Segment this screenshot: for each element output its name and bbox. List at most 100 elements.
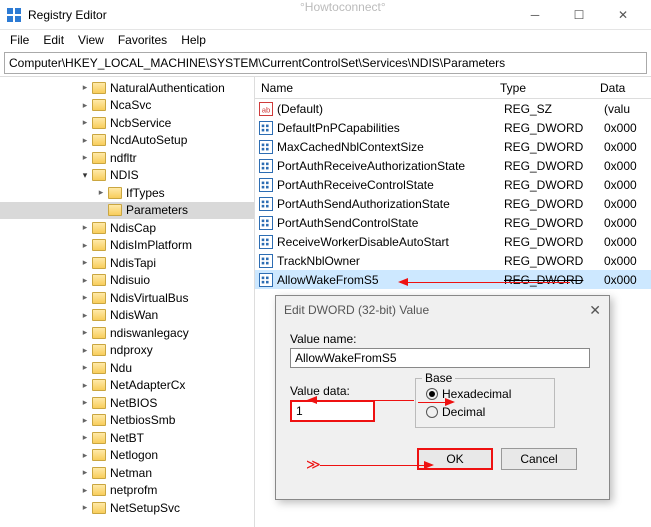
- table-row[interactable]: MaxCachedNblContextSizeREG_DWORD0x000: [255, 137, 651, 156]
- folder-icon: [92, 169, 106, 181]
- tree-item[interactable]: NdisVirtualBus: [0, 289, 254, 307]
- address-bar[interactable]: Computer\HKEY_LOCAL_MACHINE\SYSTEM\Curre…: [4, 52, 647, 74]
- tree-item[interactable]: NDIS: [0, 167, 254, 185]
- arrow-annotation: [418, 402, 453, 403]
- radio-hexadecimal[interactable]: Hexadecimal: [426, 385, 544, 403]
- tree-item[interactable]: Ndu: [0, 359, 254, 377]
- close-button[interactable]: ✕: [601, 0, 645, 30]
- tree-item[interactable]: NcaSvc: [0, 97, 254, 115]
- chevron-closed-icon[interactable]: [80, 275, 90, 286]
- table-row[interactable]: DefaultPnPCapabilitiesREG_DWORD0x000: [255, 118, 651, 137]
- value-name: DefaultPnPCapabilities: [277, 121, 504, 135]
- tree-item[interactable]: NetBIOS: [0, 394, 254, 412]
- menu-favorites[interactable]: Favorites: [118, 33, 167, 47]
- tree-item[interactable]: IfTypes: [0, 184, 254, 202]
- value-type: REG_DWORD: [504, 273, 604, 287]
- tree-item[interactable]: NdisTapi: [0, 254, 254, 272]
- value-name-field[interactable]: [290, 348, 590, 368]
- dialog-close-icon[interactable]: ✕: [589, 302, 601, 319]
- tree-item[interactable]: NetAdapterCx: [0, 377, 254, 395]
- chevron-closed-icon[interactable]: [80, 152, 90, 163]
- menu-file[interactable]: File: [10, 33, 29, 47]
- tree-item-label: NetBT: [110, 431, 144, 445]
- tree-item[interactable]: ndfltr: [0, 149, 254, 167]
- tree-pane[interactable]: NaturalAuthenticationNcaSvcNcbServiceNcd…: [0, 77, 255, 527]
- value-name: PortAuthSendControlState: [277, 216, 504, 230]
- folder-icon: [92, 309, 106, 321]
- tree-item[interactable]: NdisWan: [0, 307, 254, 325]
- chevron-closed-icon[interactable]: [80, 135, 90, 146]
- table-row[interactable]: PortAuthReceiveControlStateREG_DWORD0x00…: [255, 175, 651, 194]
- tree-item[interactable]: NetSetupSvc: [0, 499, 254, 517]
- chevron-closed-icon[interactable]: [80, 362, 90, 373]
- chevron-closed-icon[interactable]: [80, 502, 90, 513]
- value-data: 0x000: [604, 197, 651, 211]
- col-type-header[interactable]: Type: [500, 81, 600, 95]
- value-data: 0x000: [604, 121, 651, 135]
- tree-item[interactable]: NetbiosSmb: [0, 412, 254, 430]
- value-type: REG_DWORD: [504, 178, 604, 192]
- watermark-text: °Howtoconnect°: [300, 0, 386, 14]
- value-data-field[interactable]: [290, 400, 375, 422]
- chevron-closed-icon[interactable]: [80, 82, 90, 93]
- tree-item[interactable]: Ndisuio: [0, 272, 254, 290]
- table-row[interactable]: PortAuthSendAuthorizationStateREG_DWORD0…: [255, 194, 651, 213]
- chevron-closed-icon[interactable]: [80, 485, 90, 496]
- tree-item[interactable]: Parameters: [0, 202, 254, 220]
- table-row[interactable]: TrackNblOwnerREG_DWORD0x000: [255, 251, 651, 270]
- tree-item[interactable]: NaturalAuthentication: [0, 79, 254, 97]
- chevron-closed-icon[interactable]: [80, 415, 90, 426]
- tree-item[interactable]: NdisCap: [0, 219, 254, 237]
- folder-icon: [92, 432, 106, 444]
- chevron-closed-icon[interactable]: [80, 345, 90, 356]
- chevron-closed-icon[interactable]: [80, 432, 90, 443]
- tree-item[interactable]: Netman: [0, 464, 254, 482]
- value-type: REG_SZ: [504, 102, 604, 116]
- chevron-closed-icon[interactable]: [80, 327, 90, 338]
- chevron-closed-icon[interactable]: [80, 100, 90, 111]
- tree-item[interactable]: ndproxy: [0, 342, 254, 360]
- minimize-button[interactable]: ─: [513, 0, 557, 30]
- maximize-button[interactable]: ☐: [557, 0, 601, 30]
- chevron-closed-icon[interactable]: [80, 240, 90, 251]
- chevron-closed-icon[interactable]: [80, 222, 90, 233]
- dword-value-icon: [259, 197, 273, 211]
- cancel-button[interactable]: Cancel: [501, 448, 577, 470]
- tree-item[interactable]: NdisImPlatform: [0, 237, 254, 255]
- tree-item-label: NdisCap: [110, 221, 156, 235]
- menu-view[interactable]: View: [78, 33, 104, 47]
- chevron-closed-icon[interactable]: [80, 310, 90, 321]
- chevron-open-icon[interactable]: [80, 170, 90, 181]
- chevron-closed-icon[interactable]: [80, 450, 90, 461]
- tree-item[interactable]: NcdAutoSetup: [0, 132, 254, 150]
- menu-help[interactable]: Help: [181, 33, 206, 47]
- menu-edit[interactable]: Edit: [43, 33, 64, 47]
- tree-item[interactable]: ndiswanlegacy: [0, 324, 254, 342]
- folder-icon: [92, 327, 106, 339]
- chevron-closed-icon[interactable]: [80, 257, 90, 268]
- table-row[interactable]: AllowWakeFromS5REG_DWORD0x000: [255, 270, 651, 289]
- tree-item[interactable]: NetBT: [0, 429, 254, 447]
- chevron-closed-icon[interactable]: [80, 292, 90, 303]
- tree-item[interactable]: NcbService: [0, 114, 254, 132]
- value-type: REG_DWORD: [504, 121, 604, 135]
- chevron-closed-icon[interactable]: [80, 397, 90, 408]
- value-type: REG_DWORD: [504, 216, 604, 230]
- tree-item[interactable]: netprofm: [0, 482, 254, 500]
- table-row[interactable]: PortAuthSendControlStateREG_DWORD0x000: [255, 213, 651, 232]
- chevron-closed-icon[interactable]: [80, 380, 90, 391]
- col-data-header[interactable]: Data: [600, 81, 651, 95]
- dword-value-icon: [259, 254, 273, 268]
- tree-item-label: ndfltr: [110, 151, 137, 165]
- chevron-closed-icon[interactable]: [80, 467, 90, 478]
- value-data: 0x000: [604, 216, 651, 230]
- chevron-closed-icon[interactable]: [80, 117, 90, 128]
- table-row[interactable]: ReceiveWorkerDisableAutoStartREG_DWORD0x…: [255, 232, 651, 251]
- chevron-closed-icon[interactable]: [96, 187, 106, 198]
- tree-item-label: ndproxy: [110, 343, 153, 357]
- table-row[interactable]: ab(Default)REG_SZ(valu: [255, 99, 651, 118]
- table-row[interactable]: PortAuthReceiveAuthorizationStateREG_DWO…: [255, 156, 651, 175]
- radio-decimal[interactable]: Decimal: [426, 403, 544, 421]
- tree-item[interactable]: Netlogon: [0, 447, 254, 465]
- col-name-header[interactable]: Name: [255, 81, 500, 95]
